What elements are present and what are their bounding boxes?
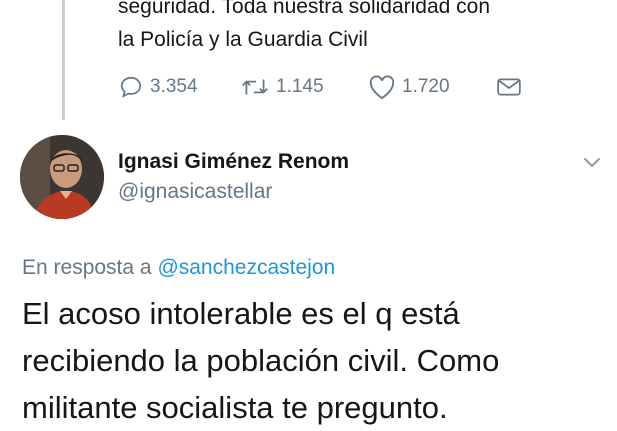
retweet-icon bbox=[242, 79, 268, 95]
reply-context: En resposta a @sanchezcastejon bbox=[22, 256, 335, 280]
reply-count: 3.354 bbox=[150, 76, 198, 97]
thread-line bbox=[62, 0, 65, 120]
tweet-actions: 3.354 1.145 1.720 bbox=[118, 72, 538, 102]
reply-icon bbox=[120, 76, 142, 98]
reply-mention-link[interactable]: @sanchezcastejon bbox=[157, 256, 335, 279]
like-button[interactable]: 1.720 bbox=[368, 72, 450, 102]
reply-prefix: En resposta a bbox=[22, 256, 152, 279]
previous-tweet-line: seguridad. Toda nuestra solidaridad con bbox=[118, 0, 491, 18]
retweet-button[interactable]: 1.145 bbox=[240, 72, 324, 102]
previous-tweet-text: seguridad. Toda nuestra solidaridad con … bbox=[118, 0, 598, 56]
author-handle[interactable]: @ignasicastellar bbox=[118, 180, 272, 204]
tweet-text-line: militante socialista te pregunto. bbox=[22, 390, 448, 425]
heart-icon bbox=[369, 75, 395, 100]
author-name[interactable]: Ignasi Giménez Renom bbox=[118, 150, 349, 174]
tweet-text: El acoso intolerable es el q está recibi… bbox=[22, 290, 602, 431]
retweet-count: 1.145 bbox=[276, 76, 324, 97]
chevron-down-icon[interactable] bbox=[580, 150, 604, 174]
envelope-icon bbox=[497, 78, 521, 96]
avatar[interactable] bbox=[20, 135, 104, 219]
previous-tweet-line: la Policía y la Guardia Civil bbox=[118, 28, 368, 51]
direct-message-button[interactable] bbox=[496, 72, 522, 102]
tweet-text-line: El acoso intolerable es el q está bbox=[22, 296, 460, 331]
like-count: 1.720 bbox=[402, 76, 450, 97]
reply-button[interactable]: 3.354 bbox=[118, 72, 198, 102]
tweet-text-line: recibiendo la población civil. Como bbox=[22, 343, 500, 378]
